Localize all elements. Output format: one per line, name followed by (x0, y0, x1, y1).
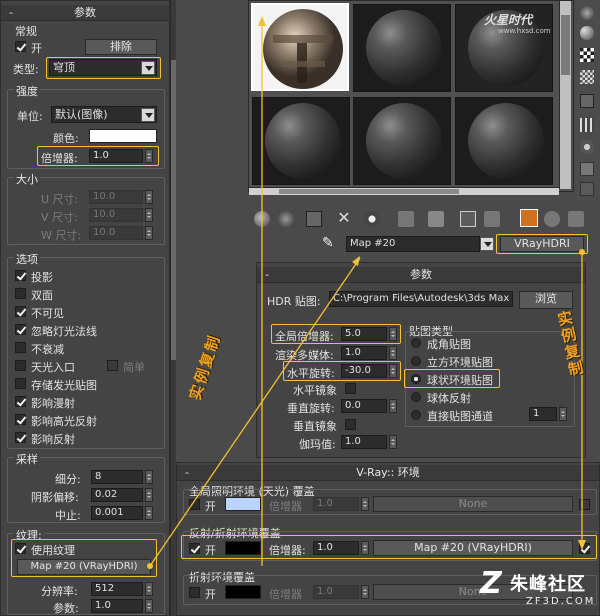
arrow-right-dot (579, 249, 585, 255)
arrow-left-head (258, 16, 266, 26)
arrow-mid-head (352, 256, 360, 266)
annotation-arrows (147, 16, 586, 569)
arrow-left-line (149, 257, 361, 567)
arrow-right-head (578, 540, 586, 550)
arrow-left-dot (147, 563, 153, 569)
